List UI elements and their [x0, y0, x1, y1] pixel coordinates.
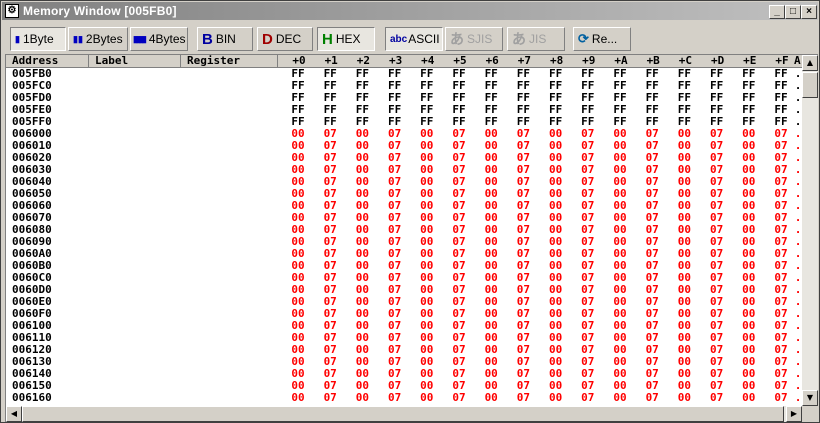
scroll-right-button[interactable]: ▶	[786, 406, 802, 422]
1byte-button[interactable]: ▮ 1Byte	[10, 27, 66, 51]
header-address[interactable]: Address	[6, 55, 89, 67]
horizontal-scroll-thumb[interactable]	[22, 406, 784, 422]
byte-cell[interactable]: 00	[287, 392, 309, 404]
memory-row[interactable]: 006160 00 07 00 07 00 07 00 07 00 07 00 07 00 07 00 07.	[6, 392, 802, 404]
byte-cell[interactable]: 07	[577, 392, 599, 404]
byte-cell[interactable]: 00	[351, 392, 373, 404]
header-offset: +B	[646, 55, 660, 67]
ascii-button[interactable]: abc ASCII	[385, 27, 443, 51]
ascii-icon: abc	[390, 33, 408, 45]
byte-cell[interactable]: 07	[706, 392, 728, 404]
header-offset: +D	[710, 55, 725, 67]
vertical-scrollbar[interactable]: ▲ ▼	[802, 55, 818, 406]
1byte-icon: ▮	[15, 33, 20, 44]
bin-button[interactable]: B BIN	[197, 27, 253, 51]
4bytes-icon: ▮▮▮▮	[133, 33, 147, 44]
header-offset: +6	[485, 55, 499, 67]
hex-label: HEX	[335, 32, 361, 46]
byte-cell[interactable]: 00	[416, 392, 438, 404]
byte-cell[interactable]: 00	[480, 392, 502, 404]
header-offset: +A	[614, 55, 628, 67]
hex-button[interactable]: H HEX	[317, 27, 375, 51]
sjis-icon: あ	[450, 31, 464, 47]
horizontal-scrollbar[interactable]: ◀ ▶	[6, 406, 802, 422]
scrollbar-corner	[802, 406, 818, 422]
header-register[interactable]: Register	[181, 55, 278, 67]
jis-button[interactable]: あ JIS	[507, 27, 565, 51]
dec-button[interactable]: D DEC	[257, 27, 313, 51]
header-ascii[interactable]: A	[794, 55, 802, 67]
vertical-scroll-thumb[interactable]	[802, 72, 818, 98]
app-icon: ⚙	[5, 4, 19, 18]
sjis-button[interactable]: あ SJIS	[445, 27, 503, 51]
header-offset: +0	[292, 55, 306, 67]
dec-label: DEC	[275, 32, 302, 46]
memory-window: ⚙ Memory Window [005FB0] _ □ × ▮ 1Byte ▮…	[0, 0, 820, 423]
2bytes-label: 2Bytes	[85, 32, 123, 46]
header-offset: +C	[678, 55, 693, 67]
header-offset: +9	[582, 55, 596, 67]
byte-cell[interactable]: 00	[738, 392, 760, 404]
byte-cell[interactable]: 07	[448, 392, 470, 404]
bin-label: BIN	[215, 32, 236, 46]
4bytes-label: 4Bytes	[148, 32, 186, 46]
header-offset: +1	[324, 55, 338, 67]
ascii-label: ASCII	[408, 32, 440, 46]
byte-cell[interactable]: 07	[641, 392, 663, 404]
refresh-label: Re...	[591, 32, 618, 46]
2bytes-icon: ▮▮	[73, 33, 83, 44]
toolbar: ▮ 1Byte ▮▮ 2Bytes ▮▮▮▮ 4Bytes B BIN D DE…	[2, 22, 818, 54]
ascii-cell: .	[794, 391, 802, 404]
jis-label: JIS	[529, 32, 547, 46]
close-button[interactable]: ×	[801, 5, 817, 19]
title-bar[interactable]: ⚙ Memory Window [005FB0] _ □ ×	[2, 2, 818, 20]
header-offset: +5	[453, 55, 467, 67]
maximize-button[interactable]: □	[785, 5, 801, 19]
byte-cell[interactable]: 07	[770, 392, 792, 404]
byte-cell[interactable]: 00	[609, 392, 631, 404]
byte-cell[interactable]: 00	[545, 392, 567, 404]
byte-cell[interactable]: 00	[673, 392, 695, 404]
header-offset: +4	[421, 55, 435, 67]
bin-icon: B	[202, 30, 213, 48]
jis-icon: あ	[512, 31, 526, 47]
header-offset: +E	[743, 55, 757, 67]
byte-cell[interactable]: 07	[319, 392, 341, 404]
scroll-up-button[interactable]: ▲	[802, 55, 818, 71]
refresh-icon: ⟳	[578, 31, 589, 46]
minimize-button[interactable]: _	[769, 5, 785, 19]
hex-icon: H	[322, 30, 333, 48]
4bytes-button[interactable]: ▮▮▮▮ 4Bytes	[130, 27, 188, 51]
1byte-label: 1Byte	[22, 32, 54, 46]
header-offset: +3	[388, 55, 403, 67]
window-title: Memory Window [005FB0]	[23, 4, 177, 18]
row-address: 006160	[12, 391, 52, 404]
dec-icon: D	[262, 30, 273, 48]
header-label[interactable]: Label	[89, 55, 181, 67]
header-offset: +2	[356, 55, 371, 67]
header-offset: +8	[549, 55, 564, 67]
byte-cell[interactable]: 07	[384, 392, 406, 404]
refresh-button[interactable]: ⟳ Re...	[573, 27, 631, 51]
header-offset: +7	[517, 55, 532, 67]
2bytes-button[interactable]: ▮▮ 2Bytes	[68, 27, 128, 51]
memory-grid[interactable]: Address Label Register +0 +1 +2 +3 +4 +5 +6 +7 +…	[5, 54, 818, 422]
scroll-down-button[interactable]: ▼	[802, 390, 818, 406]
sjis-label: SJIS	[467, 32, 493, 46]
byte-cell[interactable]: 07	[512, 392, 534, 404]
scroll-left-button[interactable]: ◀	[6, 406, 22, 422]
